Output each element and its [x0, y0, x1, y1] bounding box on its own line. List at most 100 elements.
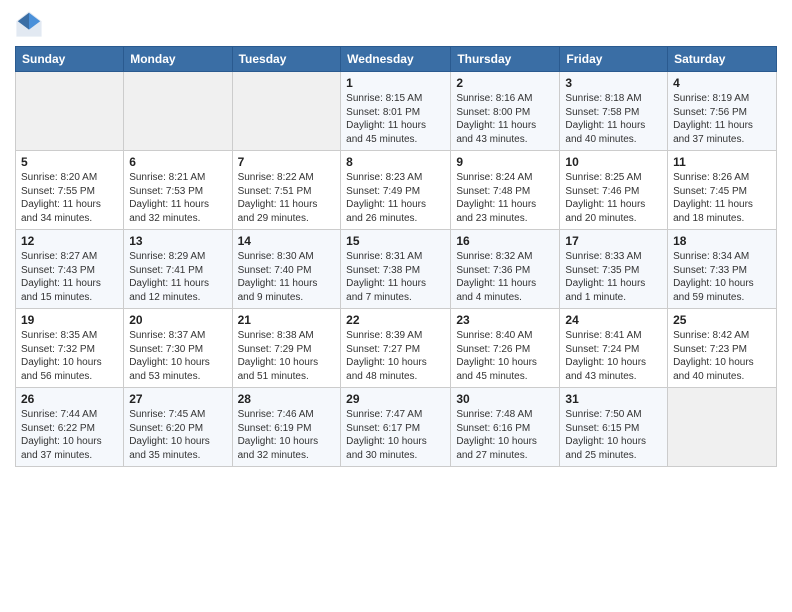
day-cell: 21 Sunrise: 8:38 AM Sunset: 7:29 PM Dayli… — [232, 309, 341, 388]
day-number: 4 — [673, 76, 771, 90]
calendar: SundayMondayTuesdayWednesdayThursdayFrid… — [15, 46, 777, 467]
day-cell: 29 Sunrise: 7:47 AM Sunset: 6:17 PM Dayli… — [341, 388, 451, 467]
day-cell: 13Sunrise: 8:29 AM Sunset: 7:41 PM Dayli… — [124, 230, 232, 309]
day-info: Sunrise: 8:35 AM Sunset: 7:32 PM Dayligh… — [21, 329, 118, 383]
day-info: Sunrise: 7:45 AM Sunset: 6:20 PM Dayligh… — [129, 408, 226, 462]
day-cell: 2 Sunrise: 8:16 AM Sunset: 8:00 PM Daylig… — [451, 72, 560, 151]
day-of-week-wednesday: Wednesday — [341, 47, 451, 72]
day-cell: 3 Sunrise: 8:18 AM Sunset: 7:58 PM Daylig… — [560, 72, 668, 151]
day-info: Sunrise: 8:27 AM Sunset: 7:43 PM Dayligh… — [21, 250, 118, 304]
day-number: 22 — [346, 313, 445, 327]
day-cell: 26 Sunrise: 7:44 AM Sunset: 6:22 PM Dayli… — [16, 388, 124, 467]
day-number: 6 — [129, 155, 226, 169]
day-info: Sunrise: 8:34 AM Sunset: 7:33 PM Dayligh… — [673, 250, 771, 304]
day-number: 2 — [456, 76, 554, 90]
week-row-4: 19 Sunrise: 8:35 AM Sunset: 7:32 PM Dayli… — [16, 309, 777, 388]
day-info: Sunrise: 8:23 AM Sunset: 7:49 PM Dayligh… — [346, 171, 445, 225]
day-cell: 30Sunrise: 7:48 AM Sunset: 6:16 PM Dayli… — [451, 388, 560, 467]
day-cell: 10 Sunrise: 8:25 AM Sunset: 7:46 PM Dayli… — [560, 151, 668, 230]
day-number: 24 — [565, 313, 662, 327]
day-number: 25 — [673, 313, 771, 327]
day-info: Sunrise: 8:22 AM Sunset: 7:51 PM Dayligh… — [238, 171, 336, 225]
day-info: Sunrise: 8:41 AM Sunset: 7:24 PM Dayligh… — [565, 329, 662, 383]
day-number: 11 — [673, 155, 771, 169]
day-number: 9 — [456, 155, 554, 169]
day-info: Sunrise: 8:19 AM Sunset: 7:56 PM Dayligh… — [673, 92, 771, 146]
week-row-5: 26 Sunrise: 7:44 AM Sunset: 6:22 PM Dayli… — [16, 388, 777, 467]
header — [15, 10, 777, 38]
day-info: Sunrise: 8:29 AM Sunset: 7:41 PM Dayligh… — [129, 250, 226, 304]
day-cell: 19 Sunrise: 8:35 AM Sunset: 7:32 PM Dayli… — [16, 309, 124, 388]
day-of-week-tuesday: Tuesday — [232, 47, 341, 72]
day-number: 7 — [238, 155, 336, 169]
day-cell: 1Sunrise: 8:15 AM Sunset: 8:01 PM Daylig… — [341, 72, 451, 151]
day-number: 8 — [346, 155, 445, 169]
day-number: 16 — [456, 234, 554, 248]
day-number: 5 — [21, 155, 118, 169]
day-info: Sunrise: 8:31 AM Sunset: 7:38 PM Dayligh… — [346, 250, 445, 304]
day-number: 27 — [129, 392, 226, 406]
day-info: Sunrise: 8:39 AM Sunset: 7:27 PM Dayligh… — [346, 329, 445, 383]
day-number: 18 — [673, 234, 771, 248]
day-info: Sunrise: 8:16 AM Sunset: 8:00 PM Dayligh… — [456, 92, 554, 146]
day-info: Sunrise: 7:48 AM Sunset: 6:16 PM Dayligh… — [456, 408, 554, 462]
day-number: 12 — [21, 234, 118, 248]
week-row-3: 12 Sunrise: 8:27 AM Sunset: 7:43 PM Dayli… — [16, 230, 777, 309]
day-cell: 8 Sunrise: 8:23 AM Sunset: 7:49 PM Daylig… — [341, 151, 451, 230]
day-cell: 23Sunrise: 8:40 AM Sunset: 7:26 PM Dayli… — [451, 309, 560, 388]
day-cell: 18 Sunrise: 8:34 AM Sunset: 7:33 PM Dayli… — [668, 230, 777, 309]
day-info: Sunrise: 8:37 AM Sunset: 7:30 PM Dayligh… — [129, 329, 226, 383]
day-cell: 22 Sunrise: 8:39 AM Sunset: 7:27 PM Dayli… — [341, 309, 451, 388]
page: SundayMondayTuesdayWednesdayThursdayFrid… — [0, 0, 792, 477]
days-of-week-row: SundayMondayTuesdayWednesdayThursdayFrid… — [16, 47, 777, 72]
day-info: Sunrise: 8:32 AM Sunset: 7:36 PM Dayligh… — [456, 250, 554, 304]
day-number: 14 — [238, 234, 336, 248]
day-number: 29 — [346, 392, 445, 406]
day-number: 19 — [21, 313, 118, 327]
day-number: 3 — [565, 76, 662, 90]
day-info: Sunrise: 8:18 AM Sunset: 7:58 PM Dayligh… — [565, 92, 662, 146]
day-cell: 27 Sunrise: 7:45 AM Sunset: 6:20 PM Dayli… — [124, 388, 232, 467]
day-number: 31 — [565, 392, 662, 406]
day-cell — [232, 72, 341, 151]
day-info: Sunrise: 7:50 AM Sunset: 6:15 PM Dayligh… — [565, 408, 662, 462]
day-cell: 24 Sunrise: 8:41 AM Sunset: 7:24 PM Dayli… — [560, 309, 668, 388]
logo-icon — [15, 10, 43, 38]
day-info: Sunrise: 8:24 AM Sunset: 7:48 PM Dayligh… — [456, 171, 554, 225]
day-of-week-saturday: Saturday — [668, 47, 777, 72]
day-info: Sunrise: 8:25 AM Sunset: 7:46 PM Dayligh… — [565, 171, 662, 225]
day-cell: 9 Sunrise: 8:24 AM Sunset: 7:48 PM Daylig… — [451, 151, 560, 230]
day-cell: 17 Sunrise: 8:33 AM Sunset: 7:35 PM Dayli… — [560, 230, 668, 309]
day-number: 10 — [565, 155, 662, 169]
day-info: Sunrise: 8:38 AM Sunset: 7:29 PM Dayligh… — [238, 329, 336, 383]
day-info: Sunrise: 8:40 AM Sunset: 7:26 PM Dayligh… — [456, 329, 554, 383]
day-cell: 16 Sunrise: 8:32 AM Sunset: 7:36 PM Dayli… — [451, 230, 560, 309]
day-cell: 4 Sunrise: 8:19 AM Sunset: 7:56 PM Daylig… — [668, 72, 777, 151]
day-cell: 31 Sunrise: 7:50 AM Sunset: 6:15 PM Dayli… — [560, 388, 668, 467]
day-number: 15 — [346, 234, 445, 248]
day-of-week-thursday: Thursday — [451, 47, 560, 72]
day-number: 17 — [565, 234, 662, 248]
day-number: 21 — [238, 313, 336, 327]
day-cell: 14 Sunrise: 8:30 AM Sunset: 7:40 PM Dayli… — [232, 230, 341, 309]
day-info: Sunrise: 7:47 AM Sunset: 6:17 PM Dayligh… — [346, 408, 445, 462]
day-info: Sunrise: 8:33 AM Sunset: 7:35 PM Dayligh… — [565, 250, 662, 304]
day-cell: 25Sunrise: 8:42 AM Sunset: 7:23 PM Dayli… — [668, 309, 777, 388]
day-cell — [668, 388, 777, 467]
day-cell — [124, 72, 232, 151]
day-info: Sunrise: 7:44 AM Sunset: 6:22 PM Dayligh… — [21, 408, 118, 462]
calendar-header: SundayMondayTuesdayWednesdayThursdayFrid… — [16, 47, 777, 72]
day-number: 1 — [346, 76, 445, 90]
day-number: 28 — [238, 392, 336, 406]
week-row-2: 5Sunrise: 8:20 AM Sunset: 7:55 PM Daylig… — [16, 151, 777, 230]
day-info: Sunrise: 8:30 AM Sunset: 7:40 PM Dayligh… — [238, 250, 336, 304]
day-of-week-sunday: Sunday — [16, 47, 124, 72]
day-info: Sunrise: 8:21 AM Sunset: 7:53 PM Dayligh… — [129, 171, 226, 225]
day-cell: 5Sunrise: 8:20 AM Sunset: 7:55 PM Daylig… — [16, 151, 124, 230]
day-cell: 6 Sunrise: 8:21 AM Sunset: 7:53 PM Daylig… — [124, 151, 232, 230]
logo — [15, 10, 47, 38]
day-cell — [16, 72, 124, 151]
day-number: 26 — [21, 392, 118, 406]
calendar-body: 1Sunrise: 8:15 AM Sunset: 8:01 PM Daylig… — [16, 72, 777, 467]
day-of-week-friday: Friday — [560, 47, 668, 72]
